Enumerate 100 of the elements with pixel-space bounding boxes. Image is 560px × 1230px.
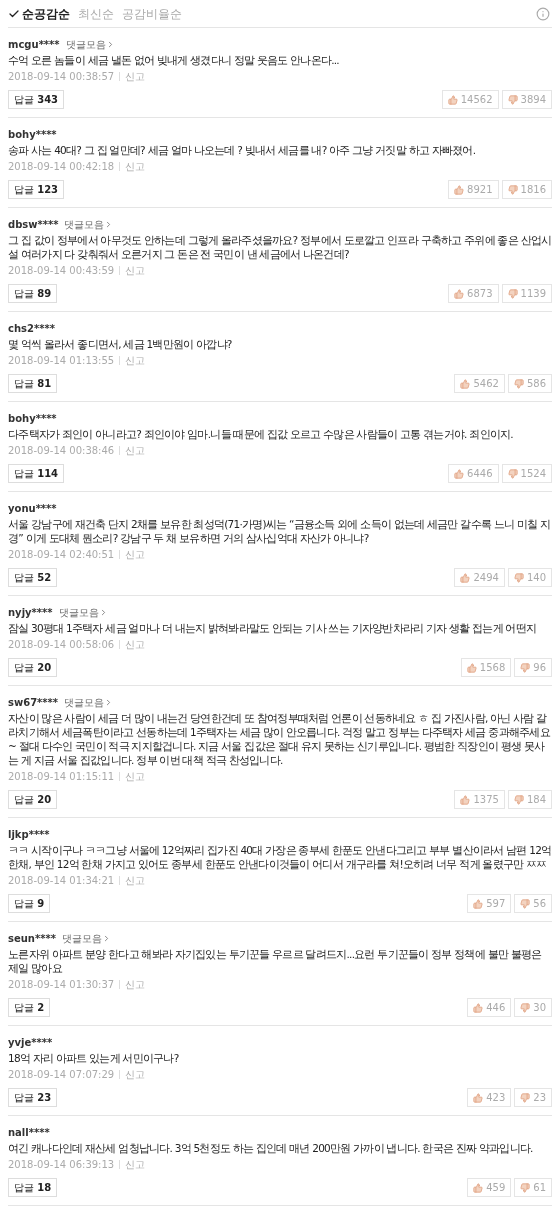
report-link[interactable]: 신고 xyxy=(125,443,146,458)
like-button[interactable]: 14562 xyxy=(441,90,499,109)
thumbs-up-icon xyxy=(460,572,471,583)
dislike-button[interactable]: 1139 xyxy=(501,284,552,303)
thumbs-down-icon xyxy=(507,288,518,299)
dislike-button[interactable]: 30 xyxy=(514,998,552,1017)
timestamp: 2018-09-14 00:58:06 xyxy=(8,638,115,652)
sort-tab[interactable]: 순공감순 xyxy=(8,4,70,23)
comment-text: 다주택자가 죄인이 아니라고? 죄인이야 임마.니들 때문에 집값 오르고 수많은 사람들이 고통 겪는거야. 죄인이지. xyxy=(8,427,514,441)
username: mcgu**** xyxy=(8,37,60,52)
thumbs-up-icon xyxy=(454,468,465,479)
dislike-button[interactable]: 140 xyxy=(507,568,552,587)
thumbs-down-icon xyxy=(507,468,518,479)
info-icon[interactable] xyxy=(536,6,550,21)
dislike-button[interactable]: 3894 xyxy=(501,90,552,109)
comment-collection-link[interactable]: 댓글모음 xyxy=(64,216,114,232)
username: chs2**** xyxy=(8,321,55,336)
username: nall**** xyxy=(8,1125,50,1140)
thumbs-down-icon xyxy=(513,572,524,583)
thumbs-up-icon xyxy=(473,1002,484,1013)
dislike-button[interactable]: 184 xyxy=(507,790,552,809)
like-button[interactable]: 423 xyxy=(467,1088,512,1107)
dislike-button[interactable]: 1524 xyxy=(501,464,552,483)
comment-text: 노른자위 아파트 분양 한다고 해봐라 자기집있는 투기꾼들 우르르 달려드지...요런 투기꾼들이 정부 정책에 불만 불평은 제일 많아요 xyxy=(8,947,543,975)
like-button[interactable]: 1568 xyxy=(460,658,512,677)
report-link[interactable]: 신고 xyxy=(125,873,146,888)
dislike-button[interactable]: 96 xyxy=(514,658,552,677)
comment-text: 송파 사는 40대? 그 집 얼만데? 세금 얼마 나오는데 ? 빚내서 세금를 내? 아주 그냥 거짓말 하고 자빠졌어. xyxy=(8,143,477,157)
report-link[interactable]: 신고 xyxy=(125,547,146,562)
like-button[interactable]: 597 xyxy=(467,894,512,913)
comment-text: 18억 자리 아파트 있는게 서민이구나? xyxy=(8,1051,180,1065)
comment-collection-link[interactable]: 댓글모음 xyxy=(58,604,108,620)
comment-collection-link[interactable]: 댓글모음 xyxy=(64,694,114,710)
report-link[interactable]: 신고 xyxy=(125,769,146,784)
thumbs-down-icon xyxy=(507,94,518,105)
comment-collection-link[interactable]: 댓글모음 xyxy=(65,36,115,52)
username: sw67**** xyxy=(8,695,59,710)
thumbs-down-icon xyxy=(520,662,531,673)
thumbs-down-icon xyxy=(520,1182,531,1193)
report-link[interactable]: 신고 xyxy=(125,1067,146,1082)
report-link[interactable]: 신고 xyxy=(125,637,146,652)
reply-button[interactable]: 답글 20 xyxy=(8,790,58,809)
username: ljkp**** xyxy=(8,827,50,842)
sort-tab[interactable]: 공감비율순 xyxy=(122,4,182,23)
username: dbsw**** xyxy=(8,217,59,232)
dislike-button[interactable]: 586 xyxy=(507,374,552,393)
timestamp: 2018-09-14 00:43:59 xyxy=(8,264,115,278)
username: bohy**** xyxy=(8,411,57,426)
reply-button[interactable]: 답글 23 xyxy=(8,1088,58,1107)
report-link[interactable]: 신고 xyxy=(125,1157,146,1172)
reply-button[interactable]: 답글 81 xyxy=(8,374,58,393)
like-button[interactable]: 5462 xyxy=(454,374,505,393)
reply-button[interactable]: 답글 20 xyxy=(8,658,58,677)
reply-button[interactable]: 답글 123 xyxy=(8,180,65,199)
thumbs-down-icon xyxy=(520,898,531,909)
report-link[interactable]: 신고 xyxy=(125,69,146,84)
like-button[interactable]: 459 xyxy=(467,1178,512,1197)
reply-button[interactable]: 답글 2 xyxy=(8,998,51,1017)
comment-text: 자산이 많은 사람이 세금 더 많이 내는건 당연한건데 또 참여정부때처럼 언론이 선동하네요 ㅎ 집 가진사람, 아닌 사람 갈라치기해서 세금폭탄이라고 선동하는데 1주택자는 세금 많이 안오릅니다. 걱정 말고 정부는 다주택자 세금 중과해주세요~ 절대 다수인 국민이 적극 지지할겁니다. 지금 서울 집값은 절대 유지 못하는 신기루입니다. 평범한 직장인이 평생 못사는 게 지금 서울 집값입니다. 정부 이번 대책 적극 찬성입니다. xyxy=(8,711,551,767)
comment-text: 서울 강남구에 재건축 단지 2채를 보유한 최성덕(71·가명)씨는 “금융소득 외에 소득이 없는데 세금만 갈수록 느니 미칠 지경” 이게 도대체 뭔소리? 강남구 두 채 보유하면 거의 삼사십억대 자산가 아니냐? xyxy=(8,517,552,545)
timestamp: 2018-09-14 02:40:51 xyxy=(8,548,115,562)
sort-tab[interactable]: 최신순 xyxy=(78,4,114,23)
thumbs-up-icon xyxy=(473,898,484,909)
timestamp: 2018-09-14 07:07:29 xyxy=(8,1068,115,1082)
dislike-button[interactable]: 23 xyxy=(514,1088,552,1107)
username: seun**** xyxy=(8,931,56,946)
like-button[interactable]: 446 xyxy=(467,998,512,1017)
thumbs-down-icon xyxy=(520,1002,531,1013)
username: nyjy**** xyxy=(8,605,53,620)
thumbs-up-icon xyxy=(460,794,471,805)
dislike-button[interactable]: 56 xyxy=(514,894,552,913)
thumbs-down-icon xyxy=(507,184,518,195)
reply-button[interactable]: 답글 114 xyxy=(8,464,65,483)
timestamp: 2018-09-14 01:34:21 xyxy=(8,874,115,888)
thumbs-up-icon xyxy=(447,94,458,105)
thumbs-down-icon xyxy=(513,794,524,805)
like-button[interactable]: 2494 xyxy=(454,568,505,587)
comment-collection-link[interactable]: 댓글모음 xyxy=(61,930,111,946)
timestamp: 2018-09-14 00:42:18 xyxy=(8,160,115,174)
reply-button[interactable]: 답글 343 xyxy=(8,90,65,109)
reply-button[interactable]: 답글 89 xyxy=(8,284,58,303)
comment-text: 여긴 캐나다인데 재산세 엄청납니다. 3억 5천정도 하는 집인데 매년 200만원 가까이 냅니다. 한국은 진짜 약과입니다. xyxy=(8,1141,534,1155)
report-link[interactable]: 신고 xyxy=(125,353,146,368)
thumbs-up-icon xyxy=(460,378,471,389)
timestamp: 2018-09-14 06:39:13 xyxy=(8,1158,115,1172)
report-link[interactable]: 신고 xyxy=(125,977,146,992)
like-button[interactable]: 1375 xyxy=(454,790,505,809)
comment-text: 그 집 값이 정부에서 아무것도 안하는데 그렇게 올라주셨을까요? 정부에서 도로깔고 인프라 구축하고 주위에 좋은 산업시설 여러가지 다 갖춰줘서 오른거지 그 돈은 전 국민이 낸 세금에서 나온건데? xyxy=(8,233,552,261)
like-button[interactable]: 6873 xyxy=(448,284,499,303)
like-button[interactable]: 8921 xyxy=(448,180,499,199)
reply-button[interactable]: 답글 9 xyxy=(8,894,51,913)
thumbs-down-icon xyxy=(520,1092,531,1103)
dislike-button[interactable]: 61 xyxy=(514,1178,552,1197)
username: yonu**** xyxy=(8,501,57,516)
dislike-button[interactable]: 1816 xyxy=(501,180,552,199)
reply-button[interactable]: 답글 18 xyxy=(8,1178,58,1197)
report-link[interactable]: 신고 xyxy=(125,263,146,278)
like-button[interactable]: 6446 xyxy=(448,464,499,483)
reply-button[interactable]: 답글 52 xyxy=(8,568,58,587)
report-link[interactable]: 신고 xyxy=(125,159,146,174)
